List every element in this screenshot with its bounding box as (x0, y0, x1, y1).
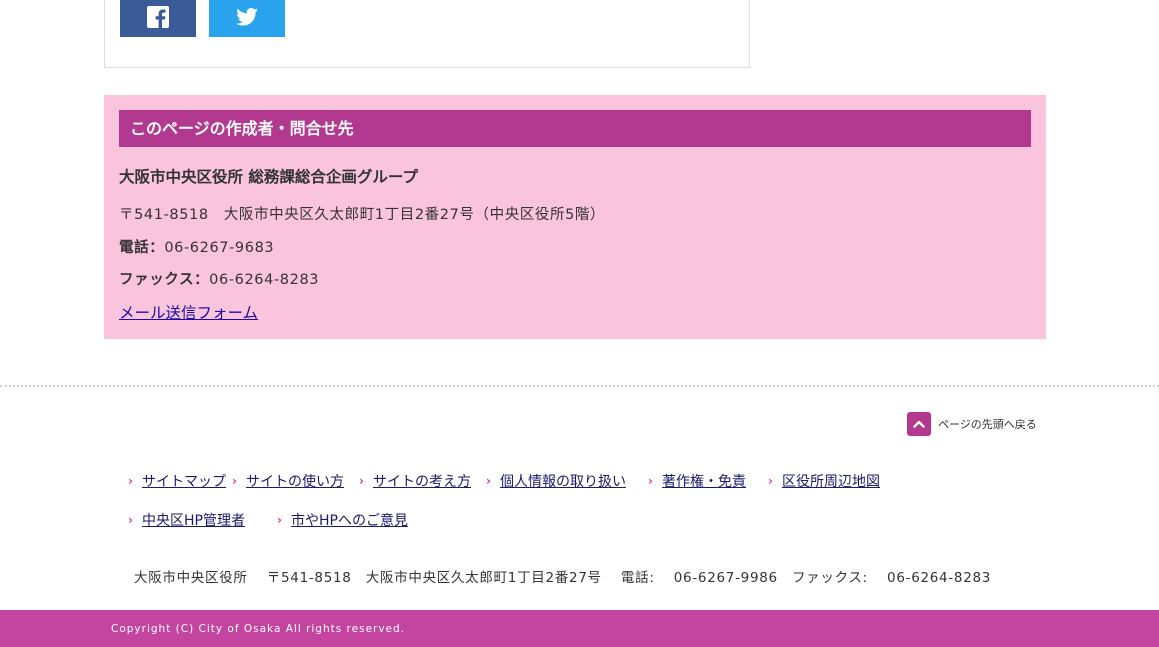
fax-label: ファックス： (119, 272, 210, 288)
chevron-right-icon: › (486, 474, 491, 488)
tel-label: 電話： (119, 240, 165, 256)
footer-link-privacy[interactable]: › 個人情報の取り扱い (486, 471, 626, 491)
chevron-right-icon: › (232, 474, 237, 488)
footer-link-label: 著作権・免責 (662, 474, 746, 490)
footer-link-label: サイトマップ (142, 474, 226, 490)
contact-tel: 電話：06-6267-9683 (119, 236, 274, 257)
footer-link-label: サイトの考え方 (373, 474, 471, 490)
twitter-share-button[interactable] (209, 0, 285, 37)
fax-value: 06-6264-8283 (209, 272, 320, 288)
footer-link-label: サイトの使い方 (246, 474, 344, 490)
footer-link-site-usage[interactable]: › サイトの使い方 (232, 471, 344, 491)
twitter-icon (236, 7, 258, 30)
footer-link-site-policy[interactable]: › サイトの考え方 (359, 471, 471, 491)
contact-box: このページの作成者・問合せ先 大阪市中央区役所 総務課総合企画グループ 〒541… (104, 95, 1046, 339)
dotted-divider (0, 385, 1159, 387)
footer-link-label: 個人情報の取り扱い (500, 474, 626, 490)
facebook-share-button[interactable] (120, 0, 196, 37)
page-top-label: ページの先頭へ戻る (938, 418, 1037, 431)
page-top-link[interactable]: ページの先頭へ戻る (907, 412, 1037, 436)
footer-link-copyright-disclaimer[interactable]: › 著作権・免責 (648, 471, 746, 491)
contact-fax: ファックス：06-6264-8283 (119, 268, 319, 289)
share-box (104, 0, 750, 68)
footer-link-area-map[interactable]: › 区役所周辺地図 (768, 471, 880, 491)
facebook-icon (147, 5, 169, 32)
chevron-right-icon: › (128, 513, 133, 527)
footer-link-sitemap[interactable]: › サイトマップ (128, 471, 226, 491)
footer-link-label: 区役所周辺地図 (782, 474, 880, 490)
chevron-right-icon: › (359, 474, 364, 488)
copyright-text: Copyright (C) City of Osaka All rights r… (111, 623, 406, 635)
chevron-right-icon: › (128, 474, 133, 488)
tel-value: 06-6267-9683 (164, 240, 275, 256)
chevron-up-icon (907, 412, 931, 436)
footer-link-label: 中央区HP管理者 (142, 513, 245, 529)
contact-address: 〒541-8518 大阪市中央区久太郎町1丁目2番27号（中央区役所5階） (119, 207, 606, 223)
footer-link-feedback[interactable]: › 市やHPへのご意見 (277, 510, 408, 530)
footer-link-hp-admin[interactable]: › 中央区HP管理者 (128, 510, 245, 530)
chevron-right-icon: › (648, 474, 653, 488)
contact-organization: 大阪市中央区役所 総務課総合企画グループ (119, 168, 418, 186)
footer-address: 大阪市中央区役所 〒541-8518 大阪市中央区久太郎町1丁目2番27号 電話… (134, 570, 992, 586)
footer-link-label: 市やHPへのご意見 (291, 513, 408, 529)
mail-form-link[interactable]: メール送信フォーム (119, 301, 258, 323)
contact-heading: このページの作成者・問合せ先 (119, 110, 1031, 147)
chevron-right-icon: › (277, 513, 282, 527)
chevron-right-icon: › (768, 474, 773, 488)
copyright-bar: Copyright (C) City of Osaka All rights r… (0, 610, 1159, 647)
